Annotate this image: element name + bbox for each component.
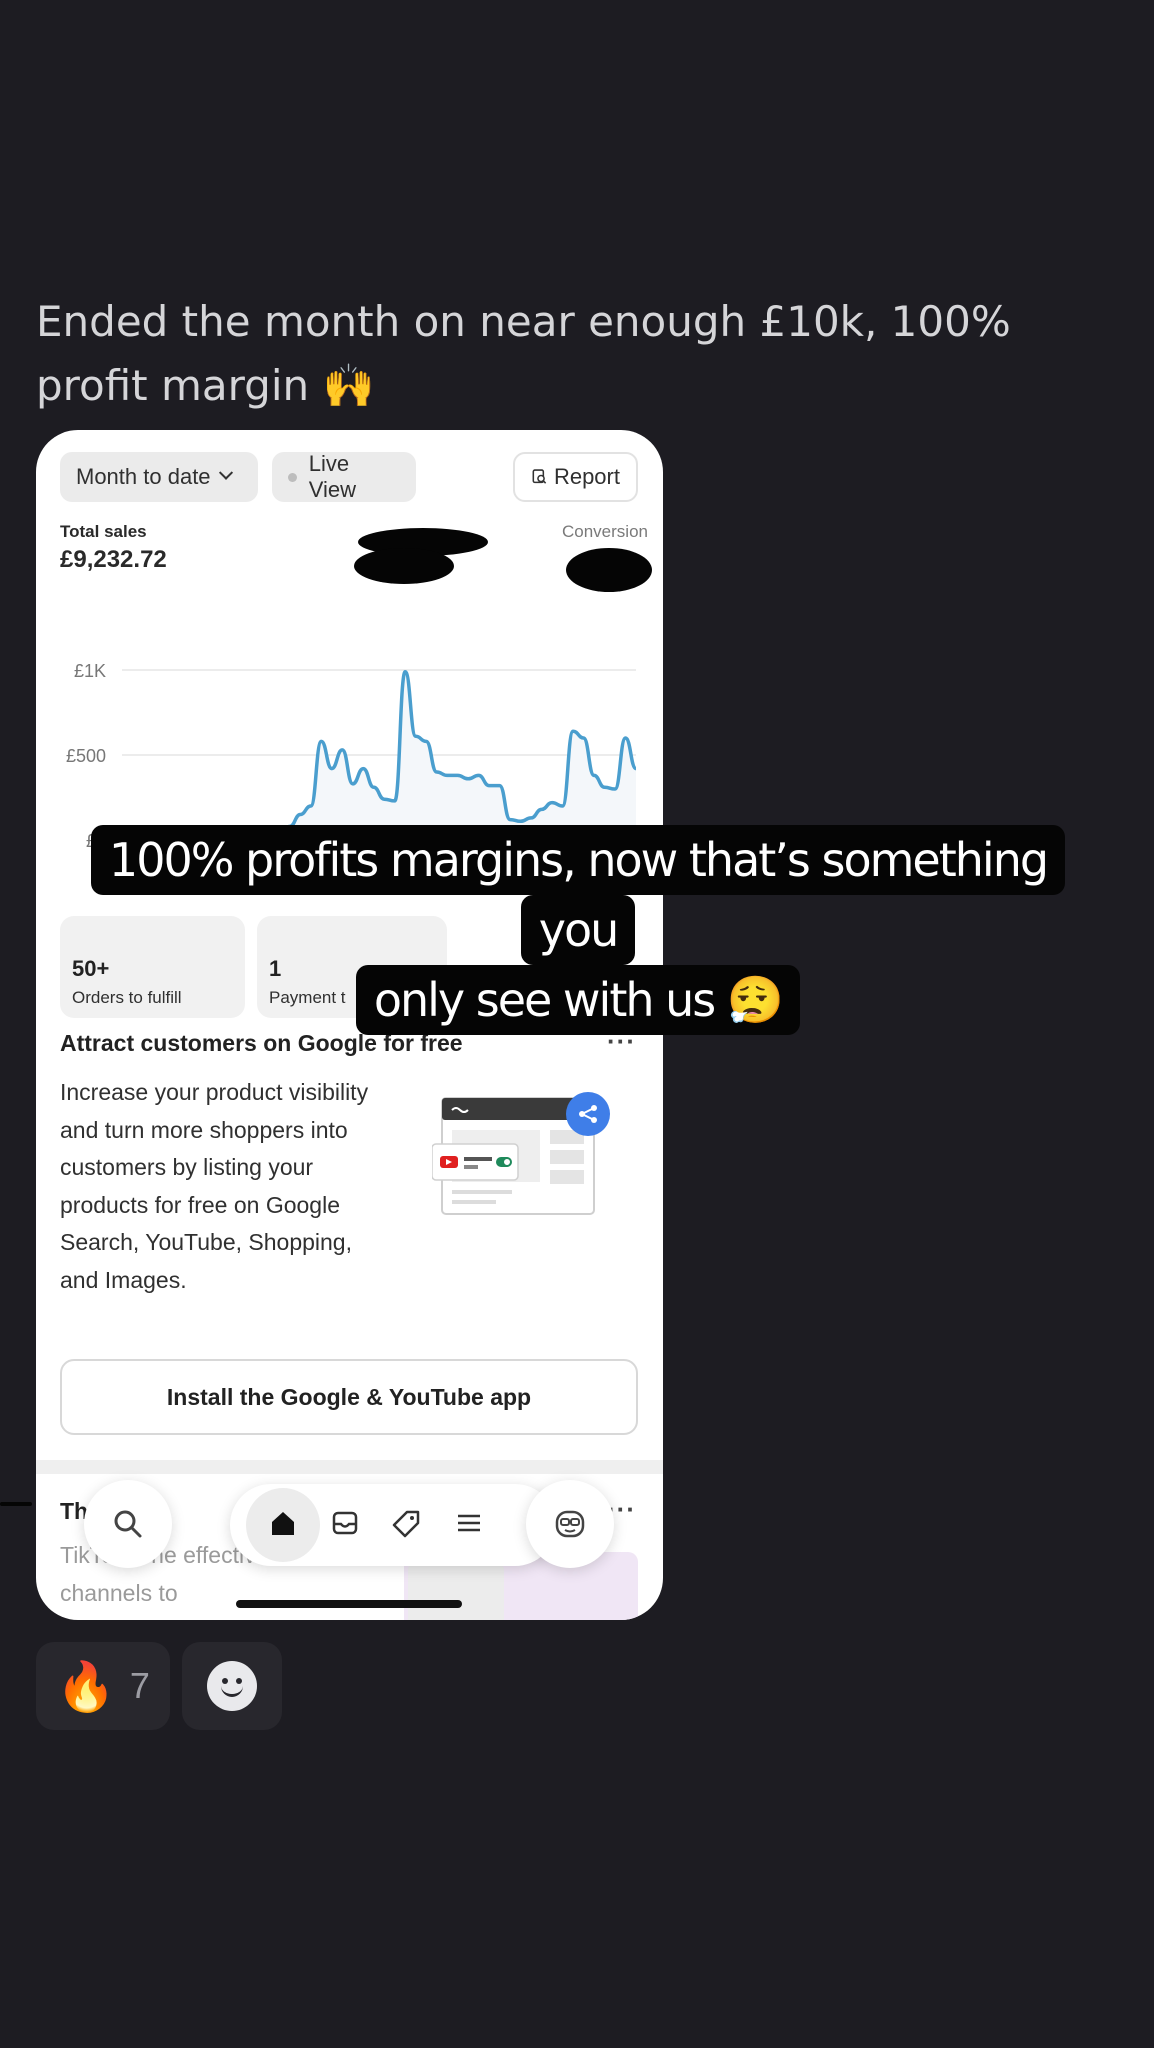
tiktok-logo-tile	[408, 1562, 504, 1620]
avatar-icon	[555, 1510, 585, 1538]
period-filter[interactable]: Month to date	[60, 452, 258, 502]
report-label: Report	[553, 464, 620, 489]
edge-mark	[0, 1502, 32, 1506]
tab-account[interactable]	[526, 1480, 614, 1568]
series-area	[122, 671, 636, 840]
home-indicator	[236, 1600, 462, 1608]
tab-menu[interactable]	[448, 1502, 490, 1544]
tag-icon	[392, 1510, 420, 1538]
redaction-scribble	[566, 548, 652, 592]
live-view-label: Live View	[308, 451, 357, 502]
period-filter-label: Month to date	[76, 464, 211, 489]
y-tick-label: £1K	[74, 661, 106, 681]
inbox-icon	[332, 1511, 358, 1535]
report-button[interactable]: Report	[513, 452, 638, 502]
total-sales-value: £9,232.72	[60, 546, 167, 573]
fire-reaction-count: 7	[129, 1665, 150, 1706]
tab-products[interactable]	[386, 1502, 428, 1544]
fire-emoji: 🔥	[56, 1660, 116, 1714]
caption-line-1: 100% profits margins, now that’s somethi…	[90, 825, 1066, 965]
install-google-youtube-button[interactable]: Install the Google & YouTube app	[60, 1359, 638, 1435]
y-tick-label: £500	[66, 746, 106, 766]
redaction-scribble	[354, 548, 454, 584]
live-view-button[interactable]: Live View	[272, 451, 416, 502]
caption-line-2: only see with us 😮‍💨	[355, 965, 801, 1035]
section-divider	[36, 1460, 663, 1474]
fire-reaction[interactable]: 🔥 7	[36, 1642, 170, 1730]
bottom-tab-bar	[84, 1480, 614, 1570]
home-icon	[272, 1512, 294, 1535]
report-icon	[532, 469, 547, 484]
total-sales-label: Total sales	[60, 522, 147, 541]
menu-icon	[458, 1514, 480, 1532]
post-text: Ended the month on near enough £10k, 100…	[36, 297, 1011, 410]
smiley-add-reaction-icon	[207, 1661, 257, 1711]
attract-card-body: Increase your product visibility and tur…	[60, 1079, 369, 1293]
add-reaction-button[interactable]	[182, 1642, 282, 1730]
chevron-down-icon	[218, 465, 233, 480]
search-icon	[114, 1510, 142, 1538]
tab-home[interactable]	[262, 1502, 304, 1544]
google-listing-illustration	[432, 1092, 610, 1215]
story-caption: 100% profits margins, now that’s somethi…	[66, 825, 1090, 1035]
live-dot-icon	[288, 472, 297, 482]
conversion-label: Conversion	[562, 522, 648, 541]
tab-inbox[interactable]	[324, 1502, 366, 1544]
tab-search[interactable]	[84, 1480, 172, 1568]
